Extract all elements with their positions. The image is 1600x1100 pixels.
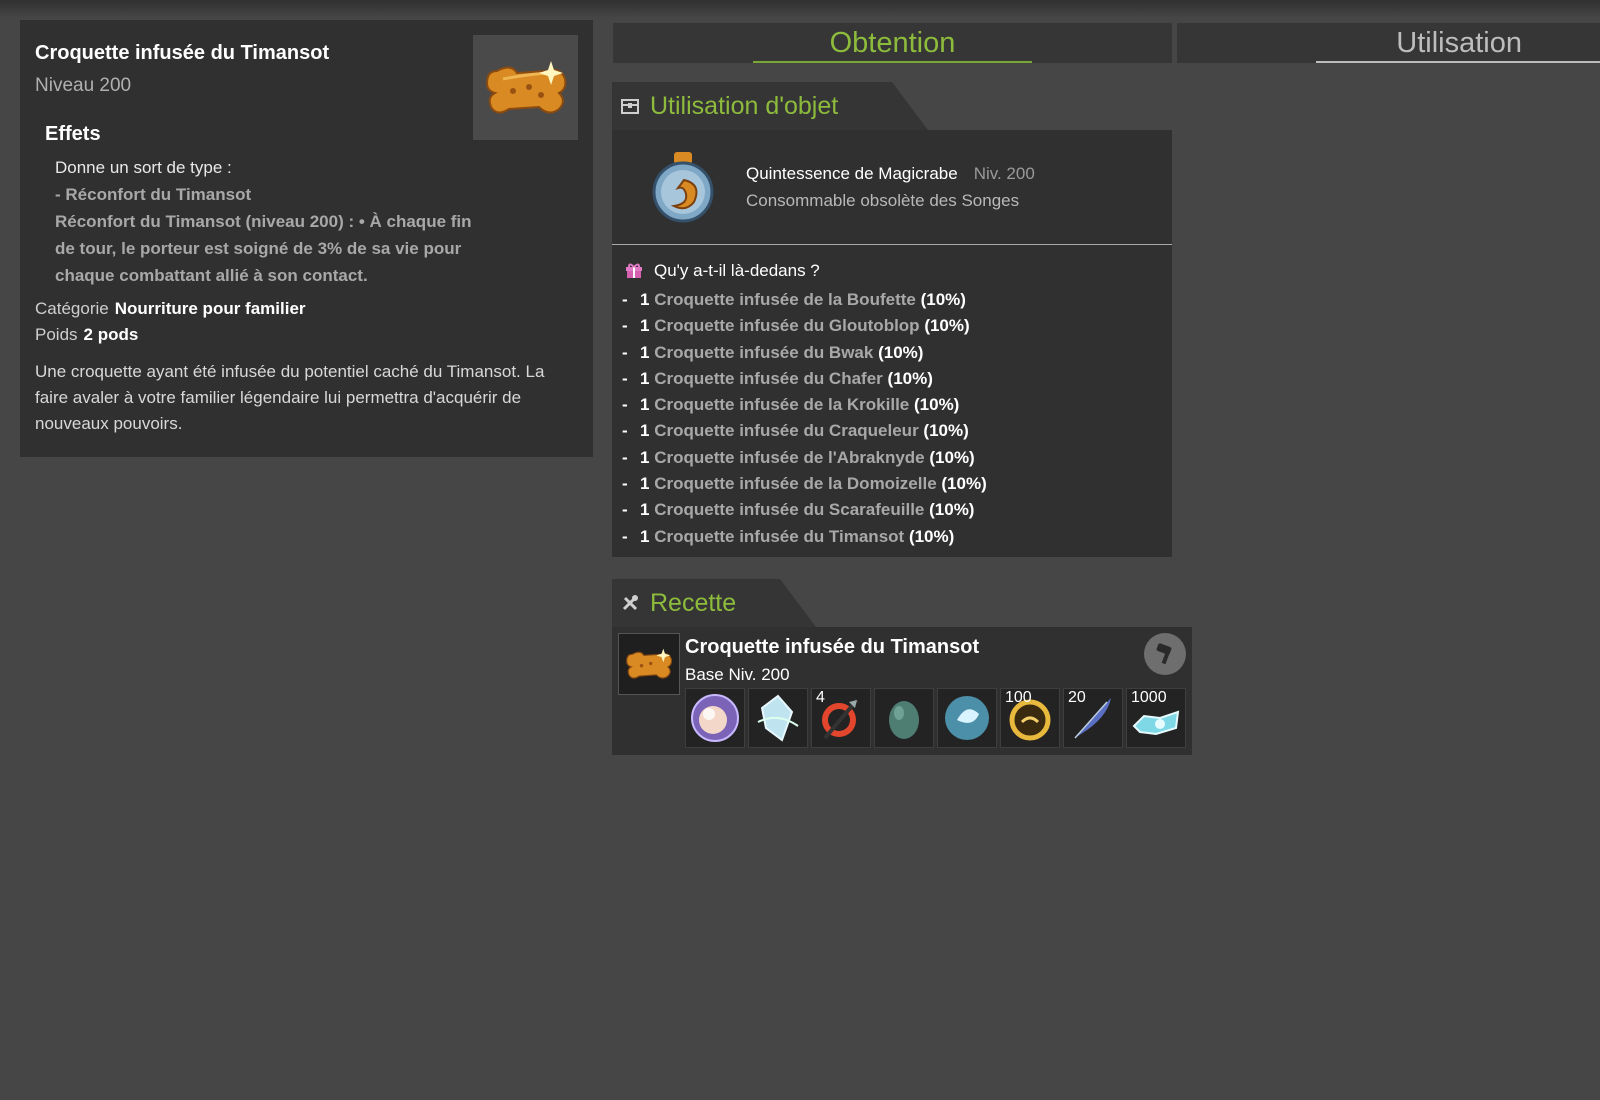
category-label: Catégorie	[35, 299, 109, 318]
gift-icon	[626, 263, 642, 278]
tab-utilisation[interactable]: Utilisation	[1177, 23, 1600, 63]
divider	[612, 244, 1172, 245]
recipe-section-title: Recette	[650, 588, 737, 617]
use-panel: Quintessence de Magicrabe Niv. 200 Consom…	[612, 130, 1172, 557]
drop-link[interactable]: Croquette infusée du Craqueleur	[654, 421, 918, 440]
list-item: -1 Croquette infusée du Craqueleur (10%)	[622, 421, 969, 441]
effects-body: Donne un sort de type : - Réconfort du T…	[55, 154, 578, 289]
drop-link[interactable]: Croquette infusée de la Boufette	[654, 290, 916, 309]
source-item-type: Consommable obsolète des Songes	[746, 191, 1020, 210]
orb-icon	[691, 694, 739, 742]
ingredient-slot[interactable]	[937, 688, 997, 748]
tab-obtention-label: Obtention	[829, 26, 956, 59]
item-card: Croquette infusée du Timansot Niveau 200…	[20, 20, 593, 457]
item-image	[473, 35, 578, 140]
drop-link[interactable]: Croquette infusée du Timansot	[654, 527, 904, 546]
effects-intro: Donne un sort de type :	[55, 158, 232, 177]
ingredient-slot[interactable]: 100	[1000, 688, 1060, 748]
drop-link[interactable]: Croquette infusée de l'Abraknyde	[654, 448, 924, 467]
spirit-icon	[945, 696, 989, 740]
contents-heading: Qu'y a-t-il là-dedans ?	[626, 261, 1172, 281]
recipe-panel: Croquette infusée du Timansot Base Niv. …	[612, 627, 1192, 755]
item-description: Une croquette ayant été infusée du poten…	[35, 362, 545, 433]
ingredient-slot[interactable]	[874, 688, 934, 748]
drop-link[interactable]: Croquette infusée du Bwak	[654, 343, 873, 362]
source-item[interactable]: Quintessence de Magicrabe Niv. 200 Consom…	[612, 130, 1172, 244]
tab-utilisation-label: Utilisation	[1396, 26, 1522, 59]
effects-description: Réconfort du Timansot (niveau 200) : • À…	[55, 212, 472, 285]
source-item-level: Niv. 200	[973, 164, 1035, 183]
croquette-bone-icon	[485, 60, 566, 113]
drop-link[interactable]: Croquette infusée du Scarafeuille	[654, 500, 924, 519]
list-item: -1 Croquette infusée du Gloutoblop (10%)	[622, 316, 970, 336]
drop-link[interactable]: Croquette infusée du Chafer	[654, 369, 883, 388]
list-item: -1 Croquette infusée du Timansot (10%)	[622, 526, 955, 546]
list-item: -1 Croquette infusée du Bwak (10%)	[622, 342, 924, 362]
weight-label: Poids	[35, 325, 78, 344]
list-item: -1 Croquette infusée de la Krokille (10%…	[622, 395, 960, 415]
recipe-section-header: Recette	[612, 579, 816, 627]
category-value: Nourriture pour familier	[114, 299, 306, 318]
list-item: -1 Croquette infusée du Scarafeuille (10…	[622, 500, 975, 520]
recipe-item-image[interactable]	[618, 633, 680, 695]
chest-icon	[620, 96, 640, 116]
contents-title: Qu'y a-t-il là-dedans ?	[654, 261, 820, 280]
list-item: -1 Croquette infusée de la Boufette (10%…	[622, 290, 966, 309]
drop-link[interactable]: Croquette infusée du Gloutoblop	[654, 316, 919, 335]
tab-utilisation-underline	[1316, 61, 1600, 63]
ingredient-slot[interactable]	[685, 688, 745, 748]
use-section-title: Utilisation d'objet	[650, 91, 839, 120]
list-item: -1 Croquette infusée de l'Abraknyde (10%…	[622, 447, 975, 467]
craft-hammer-button[interactable]	[1144, 633, 1186, 675]
use-section-header: Utilisation d'objet	[612, 82, 928, 130]
recipe-level: Base Niv. 200	[685, 665, 790, 684]
ingredient-slot[interactable]	[748, 688, 808, 748]
ingredient-slot[interactable]: 4	[811, 688, 871, 748]
drop-link[interactable]: Croquette infusée de la Domoizelle	[654, 474, 936, 493]
source-item-title[interactable]: Quintessence de Magicrabe	[746, 164, 958, 183]
tab-obtention[interactable]: Obtention	[613, 23, 1172, 63]
list-item: -1 Croquette infusée du Chafer (10%)	[622, 368, 933, 388]
ingredient-slot[interactable]: 1000	[1126, 688, 1186, 748]
weight-row: Poids 2 pods	[35, 325, 578, 345]
hammer-icon	[1156, 643, 1172, 665]
potion-orb-icon	[652, 152, 714, 223]
weight-value: 2 pods	[83, 325, 139, 344]
source-item-name: Quintessence de Magicrabe Niv. 200	[746, 164, 1035, 184]
ingredient-slot[interactable]: 20	[1063, 688, 1123, 748]
list-item: -1 Croquette infusée de la Domoizelle (1…	[622, 474, 987, 494]
category-row: Catégorie Nourriture pour familier	[35, 299, 578, 319]
drop-list: -1 Croquette infusée de la Boufette (10%…	[612, 287, 1172, 550]
recipe-item-name: Croquette infusée du Timansot	[685, 636, 980, 658]
crossed-tools-icon	[620, 593, 640, 613]
drop-link[interactable]: Croquette infusée de la Krokille	[654, 395, 909, 414]
effects-spell: - Réconfort du Timansot	[55, 185, 252, 204]
ingredient-list: 4 100 20 1000	[685, 688, 1186, 748]
croquette-bone-icon	[626, 648, 673, 679]
tab-obtention-underline	[753, 61, 1032, 63]
egg-icon	[889, 701, 919, 739]
crystal-icon	[757, 694, 799, 742]
